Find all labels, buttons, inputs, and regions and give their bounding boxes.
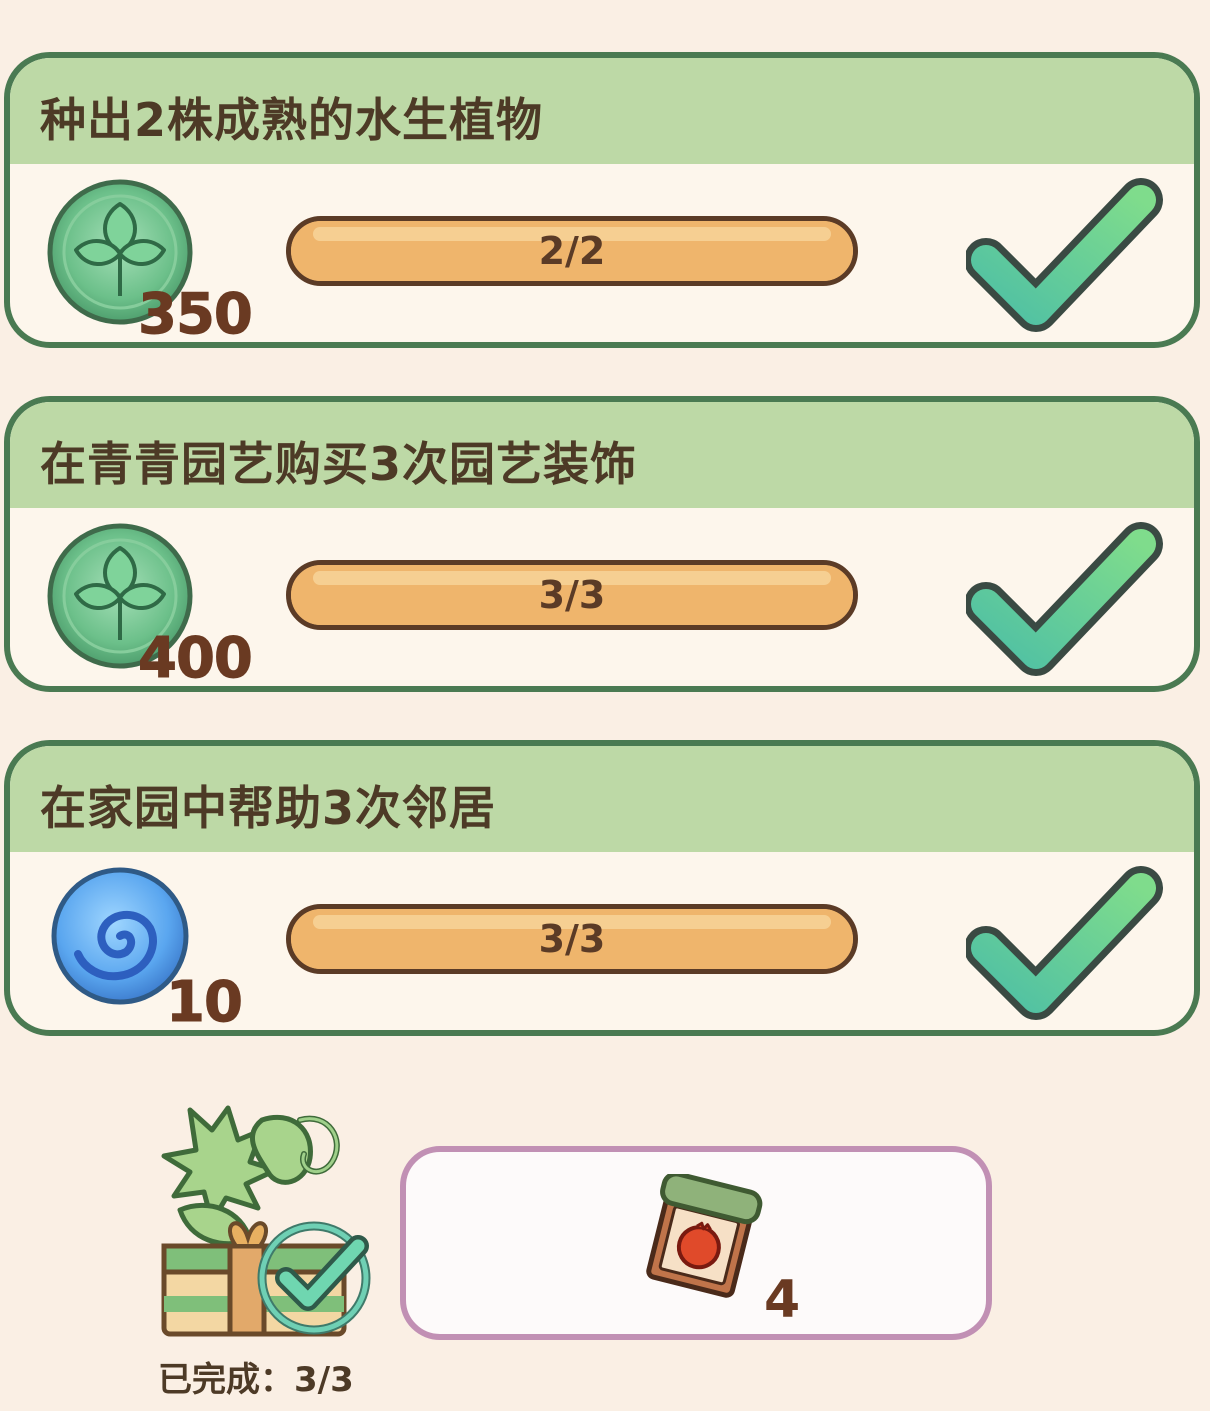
task-card: 在家园中帮助3次邻居 10 3/3 bbox=[4, 740, 1200, 1036]
reward-count: 400 bbox=[138, 626, 254, 691]
task-card: 在青青园艺购买3次园艺装饰 400 3/3 bbox=[4, 396, 1200, 692]
progress-text: 2/2 bbox=[538, 229, 606, 273]
pomegranate-seed-packet-icon bbox=[646, 1174, 763, 1298]
progress-bar: 2/2 bbox=[286, 216, 858, 286]
progress-text: 3/3 bbox=[538, 573, 606, 617]
reward-count: 10 bbox=[166, 970, 244, 1035]
check-icon bbox=[966, 866, 1163, 1020]
check-icon bbox=[966, 178, 1163, 332]
task-title: 种出2株成熟的水生植物 bbox=[40, 93, 544, 147]
progress-bar: 3/3 bbox=[286, 560, 858, 630]
reward-count: 350 bbox=[138, 282, 254, 347]
progress-text: 3/3 bbox=[538, 917, 606, 961]
check-icon bbox=[966, 522, 1163, 676]
completed-count-label: 已完成：3/3 bbox=[158, 1360, 354, 1400]
progress-bar: 3/3 bbox=[286, 904, 858, 974]
reward-item-count: 4 bbox=[764, 1270, 801, 1330]
plant-gift-chest-icon bbox=[161, 1105, 371, 1337]
final-reward-box[interactable]: 4 bbox=[400, 1146, 992, 1340]
task-title: 在家园中帮助3次邻居 bbox=[40, 781, 497, 835]
task-card: 种出2株成熟的水生植物 350 2/2 bbox=[4, 52, 1200, 348]
task-reward: 10 bbox=[40, 860, 280, 1030]
task-title: 在青青园艺购买3次园艺装饰 bbox=[40, 437, 638, 491]
task-reward: 400 bbox=[40, 516, 280, 686]
task-reward: 350 bbox=[40, 172, 280, 342]
